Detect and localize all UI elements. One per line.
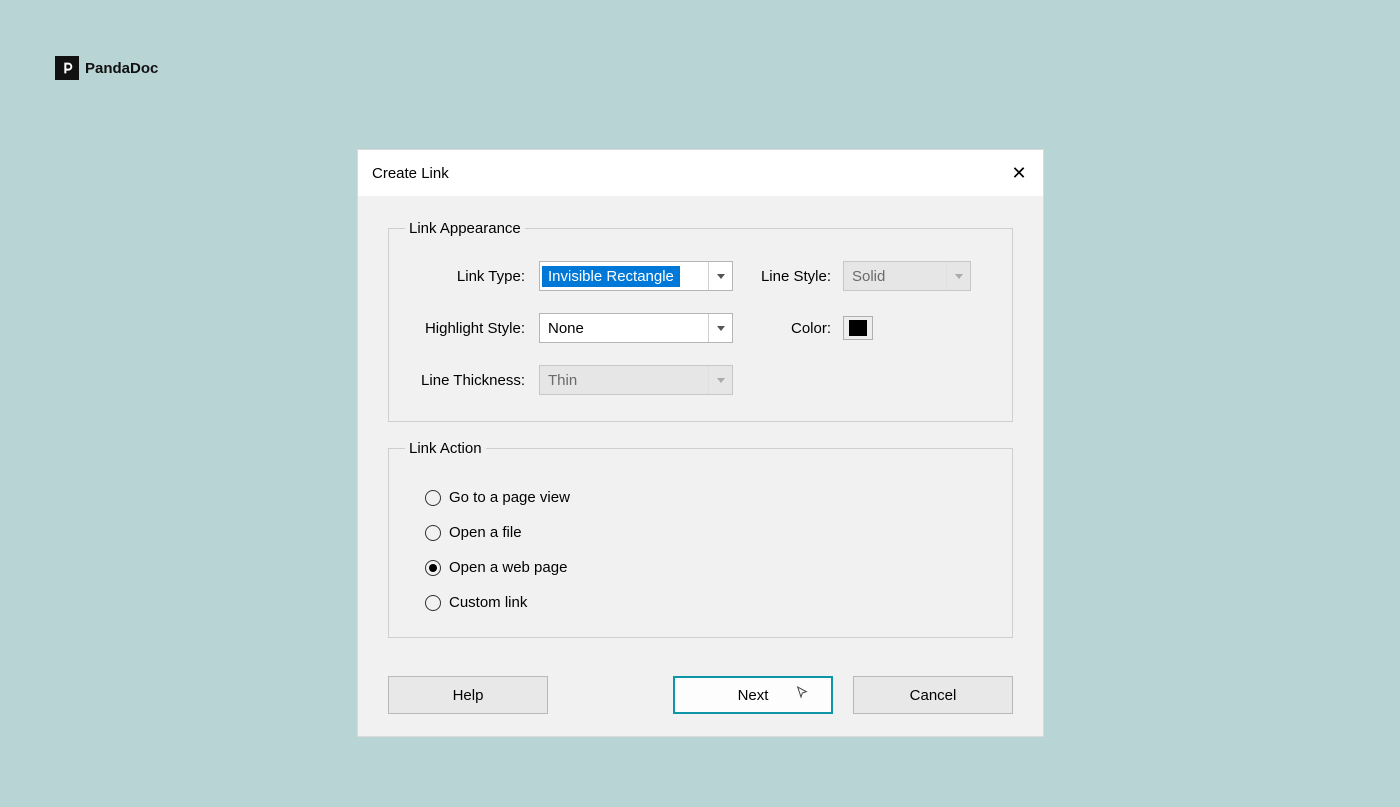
highlight-style-label: Highlight Style: — [409, 320, 539, 337]
radio-icon — [425, 595, 441, 611]
dialog-button-row: Help Next Cancel — [358, 666, 1043, 736]
dialog-title: Create Link — [372, 165, 449, 182]
radio-label: Go to a page view — [449, 489, 570, 506]
link-appearance-group: Link Appearance Link Type: Invisible Rec… — [388, 220, 1013, 422]
help-button[interactable]: Help — [388, 676, 548, 714]
radio-open-web-page[interactable]: Open a web page — [425, 559, 992, 576]
link-type-dropdown[interactable]: Invisible Rectangle — [539, 261, 733, 291]
close-icon[interactable]: ✕ — [1007, 163, 1031, 184]
radio-page-view[interactable]: Go to a page view — [425, 489, 992, 506]
brand-name: PandaDoc — [85, 60, 158, 77]
radio-icon — [425, 525, 441, 541]
chevron-down-icon — [708, 262, 732, 290]
link-appearance-legend: Link Appearance — [405, 220, 525, 237]
color-swatch-inner — [849, 320, 867, 336]
color-label: Color: — [757, 320, 843, 337]
highlight-style-dropdown[interactable]: None — [539, 313, 733, 343]
line-style-label: Line Style: — [757, 268, 843, 285]
pandadoc-icon — [55, 56, 79, 80]
color-picker[interactable] — [843, 316, 873, 340]
radio-label: Custom link — [449, 594, 527, 611]
chevron-down-icon — [708, 366, 732, 394]
chevron-down-icon — [708, 314, 732, 342]
radio-icon — [425, 560, 441, 576]
link-action-legend: Link Action — [405, 440, 486, 457]
chevron-down-icon — [946, 262, 970, 290]
line-style-dropdown: Solid — [843, 261, 971, 291]
title-bar: Create Link ✕ — [358, 150, 1043, 196]
create-link-dialog: Create Link ✕ Link Appearance Link Type:… — [357, 149, 1044, 737]
link-type-label: Link Type: — [409, 268, 539, 285]
brand-logo: PandaDoc — [55, 56, 158, 80]
line-thickness-value: Thin — [548, 372, 577, 389]
cancel-button[interactable]: Cancel — [853, 676, 1013, 714]
link-action-group: Link Action Go to a page view Open a fil… — [388, 440, 1013, 638]
radio-open-file[interactable]: Open a file — [425, 524, 992, 541]
radio-custom-link[interactable]: Custom link — [425, 594, 992, 611]
next-button[interactable]: Next — [673, 676, 833, 714]
radio-label: Open a file — [449, 524, 522, 541]
line-style-value: Solid — [852, 268, 885, 285]
radio-label: Open a web page — [449, 559, 567, 576]
line-thickness-dropdown: Thin — [539, 365, 733, 395]
link-type-value: Invisible Rectangle — [542, 266, 680, 287]
radio-icon — [425, 490, 441, 506]
highlight-style-value: None — [548, 320, 584, 337]
line-thickness-label: Line Thickness: — [409, 372, 539, 389]
cursor-icon — [795, 685, 811, 705]
